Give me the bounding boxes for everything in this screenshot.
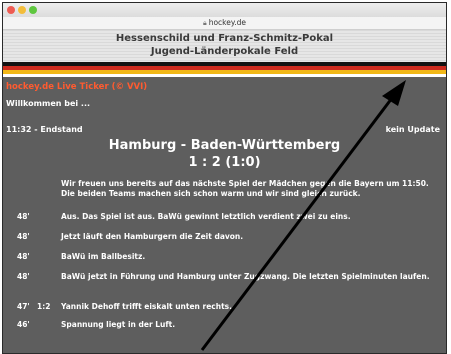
flag-stripes: [3, 62, 446, 74]
ticker-content: hockey.de Live Ticker (© VVI) Willkommen…: [3, 77, 446, 353]
minimize-button[interactable]: [18, 6, 26, 14]
match-title: Hamburg - Baden-Württemberg: [108, 138, 341, 153]
zoom-button[interactable]: [29, 6, 37, 14]
match-heading: Hamburg - Baden-Württemberg 1 : 2 (1:0): [3, 137, 446, 171]
url-text: hockey.de: [208, 18, 247, 27]
lock-icon: 🔒︎: [202, 19, 207, 27]
match-score: 1 : 2 (1:0): [188, 155, 261, 170]
flag-stripe-gold: [3, 70, 446, 74]
header-title-line2: Jugend-Länderpokale Feld: [150, 45, 299, 57]
status-update: kein Update: [385, 125, 440, 134]
entry-minute: 48': [17, 252, 30, 261]
entry-minute: 48': [17, 272, 30, 281]
entry-text: Aus. Das Spiel ist aus. BaWü gewinnt let…: [61, 212, 351, 221]
entry-text: BaWü im Ballbesitz.: [61, 252, 146, 261]
ticker-title[interactable]: hockey.de Live Ticker (© VVI): [6, 82, 147, 92]
entry-score: 1:2: [37, 302, 51, 311]
entry-minute: 47': [17, 302, 30, 311]
entry-minute: 48': [17, 212, 30, 221]
title-bar: [3, 3, 446, 17]
close-button[interactable]: [7, 6, 15, 14]
entry-text: BaWü jetzt in Führung und Hamburg unter …: [61, 272, 430, 281]
header-title-line1: Hessenschild und Franz-Schmitz-Pokal: [115, 33, 334, 44]
page-header: Hessenschild und Franz-Schmitz-Pokal Jug…: [3, 30, 446, 62]
intro-text: Wir freuen uns bereits auf das nächste S…: [61, 179, 429, 198]
entry-text: Jetzt läuft den Hamburgern die Zeit davo…: [61, 232, 244, 241]
status-time: 11:32 - Endstand: [6, 125, 83, 134]
welcome-text: Willkommen bei ...: [6, 99, 91, 108]
entry-text: Yannik Dehoff trifft eiskalt unten recht…: [61, 302, 232, 311]
entry-minute: 46': [17, 320, 30, 329]
entry-minute: 48': [17, 232, 30, 241]
browser-window: 🔒︎ hockey.de Hessenschild und Franz-Schmi…: [2, 2, 447, 354]
entry-text: Spannung liegt in der Luft.: [61, 320, 176, 329]
address-bar[interactable]: 🔒︎ hockey.de: [3, 17, 446, 30]
